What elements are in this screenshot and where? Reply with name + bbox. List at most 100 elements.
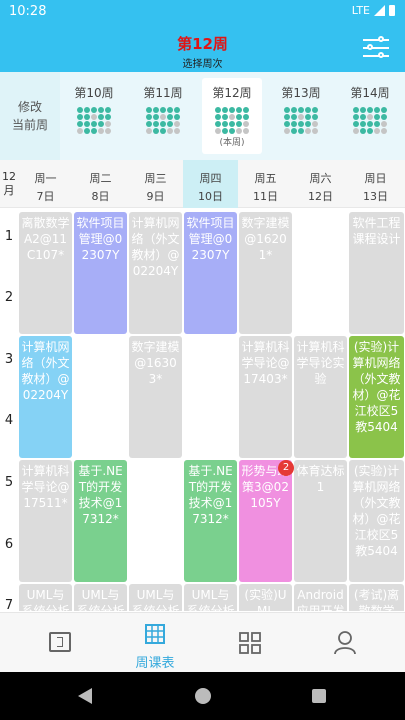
week-item-10[interactable]: 第10周 xyxy=(64,78,124,154)
course-card[interactable]: (实验)UML xyxy=(239,584,292,611)
week-dot xyxy=(367,121,373,127)
week-dot xyxy=(229,128,235,134)
week-dot xyxy=(374,107,380,113)
course-card[interactable]: UML与系统分析设计 xyxy=(184,584,237,611)
week-item-13[interactable]: 第13周 xyxy=(271,78,331,154)
day-sat: 周六 12日 xyxy=(293,160,348,208)
course-card[interactable]: Android应用开发 xyxy=(294,584,347,611)
week-dot xyxy=(105,114,111,120)
week-subtitle[interactable]: 选择周次 xyxy=(0,55,405,70)
week-dot xyxy=(91,114,97,120)
week-item-11[interactable]: 第11周 xyxy=(133,78,193,154)
week-dot xyxy=(374,128,380,134)
week-dot xyxy=(215,121,221,127)
week-dot xyxy=(91,128,97,134)
course-card[interactable]: UML与系统分析设计 xyxy=(19,584,72,611)
week-dot xyxy=(312,114,318,120)
week-dot xyxy=(381,107,387,113)
week-dot xyxy=(291,128,297,134)
week-dot xyxy=(360,107,366,113)
week-dot xyxy=(84,128,90,134)
month-number: 12 xyxy=(2,170,16,183)
week-dot xyxy=(305,107,311,113)
week-dot xyxy=(215,107,221,113)
course-card[interactable]: 基于.NET的开发技术@17312* xyxy=(184,460,237,582)
week-dot xyxy=(105,107,111,113)
week-dot xyxy=(367,114,373,120)
week-dot xyxy=(360,128,366,134)
course-card[interactable]: 计算机网络（外文教材）@02204Y xyxy=(129,212,182,334)
day-name: 周六 xyxy=(309,172,332,185)
day-header: 12 月 周一 7日 周二 8日 周三 9日 周四 10日 周五 11日 周六 12日 周日… xyxy=(0,160,405,208)
week-dot xyxy=(353,107,359,113)
week-dot xyxy=(360,114,366,120)
week-dot xyxy=(374,121,380,127)
battery-icon xyxy=(389,5,395,16)
week-dots xyxy=(215,107,249,134)
week-dot xyxy=(91,121,97,127)
course-card[interactable]: 计算机科学导论@17403* xyxy=(239,336,292,458)
week-label: 第10周 xyxy=(74,86,114,100)
day-name: 周三 xyxy=(144,172,167,185)
week-dot xyxy=(167,107,173,113)
day-name: 周日 xyxy=(364,172,387,185)
week-dot xyxy=(229,107,235,113)
week-dot xyxy=(381,128,387,134)
day-tue: 周二 8日 xyxy=(73,160,128,208)
week-dot xyxy=(105,121,111,127)
week-selector: 修改 当前周 第10周 第11周 第12周 (本周) 第13周 第14周 xyxy=(0,72,405,160)
week-title[interactable]: 第12周 xyxy=(0,33,405,54)
back-icon[interactable] xyxy=(77,687,93,705)
day-date: 8日 xyxy=(91,190,110,203)
course-card[interactable]: 计算机网络（外文教材）@02204Y xyxy=(19,336,72,458)
course-card[interactable]: 数字建模@16201* xyxy=(239,212,292,334)
tab-week-schedule[interactable]: 周课表 xyxy=(105,613,205,673)
apps-grid-icon xyxy=(239,632,261,654)
week-dot xyxy=(77,128,83,134)
course-card[interactable]: 形势与政策3@02105Y xyxy=(239,460,292,582)
home-icon[interactable] xyxy=(195,688,211,704)
course-card[interactable]: (考试)离散数学 xyxy=(349,584,404,611)
network-label: LTE xyxy=(351,4,370,17)
course-card[interactable]: 数字建模@16303* xyxy=(129,336,182,458)
recents-icon[interactable] xyxy=(312,689,326,703)
week-dot xyxy=(312,107,318,113)
course-card[interactable]: 体育达标1 xyxy=(294,460,347,582)
week-dot xyxy=(174,121,180,127)
week-dots xyxy=(353,107,387,134)
week-dot xyxy=(105,128,111,134)
week-dot xyxy=(215,128,221,134)
week-dot xyxy=(360,121,366,127)
status-time: 10:28 xyxy=(9,4,47,19)
week-dot xyxy=(153,121,159,127)
settings-sliders-icon[interactable] xyxy=(363,36,389,60)
course-card[interactable]: 软件项目管理@02307Y xyxy=(74,212,127,334)
week-item-12[interactable]: 第12周 (本周) xyxy=(202,78,262,154)
week-dot xyxy=(353,114,359,120)
week-dot xyxy=(98,107,104,113)
course-card[interactable]: UML与系统分析设计 xyxy=(129,584,182,611)
tab-profile[interactable] xyxy=(295,613,395,673)
course-card[interactable]: 计算机科学导论实验 xyxy=(294,336,347,458)
day-sun: 周日 13日 xyxy=(348,160,403,208)
week-dot xyxy=(77,121,83,127)
course-card[interactable]: 基于.NET的开发技术@17312* xyxy=(74,460,127,582)
week-item-14[interactable]: 第14周 xyxy=(340,78,400,154)
tab-apps[interactable] xyxy=(200,613,300,673)
status-indicators: LTE xyxy=(352,4,395,17)
week-dot xyxy=(291,121,297,127)
modify-current-week-button[interactable]: 修改 当前周 xyxy=(0,72,60,160)
course-card[interactable]: 计算机科学导论@17511* xyxy=(19,460,72,582)
week-dot xyxy=(146,128,152,134)
day-date: 9日 xyxy=(146,190,165,203)
course-card[interactable]: 软件工程课程设计 xyxy=(349,212,404,334)
course-card[interactable]: UML与系统分析设计 xyxy=(74,584,127,611)
course-card[interactable]: (实验)计算机网络（外文教材）@花江校区5教5404 xyxy=(349,460,404,582)
course-card[interactable]: 离散数学A2@11C107* xyxy=(19,212,72,334)
course-card[interactable]: 软件项目管理@02307Y xyxy=(184,212,237,334)
week-dots xyxy=(284,107,318,134)
week-dot xyxy=(236,107,242,113)
week-dot xyxy=(298,114,304,120)
tab-today[interactable] xyxy=(10,613,110,673)
course-card[interactable]: (实验)计算机网络（外文教材）@花江校区5教5404 xyxy=(349,336,404,458)
